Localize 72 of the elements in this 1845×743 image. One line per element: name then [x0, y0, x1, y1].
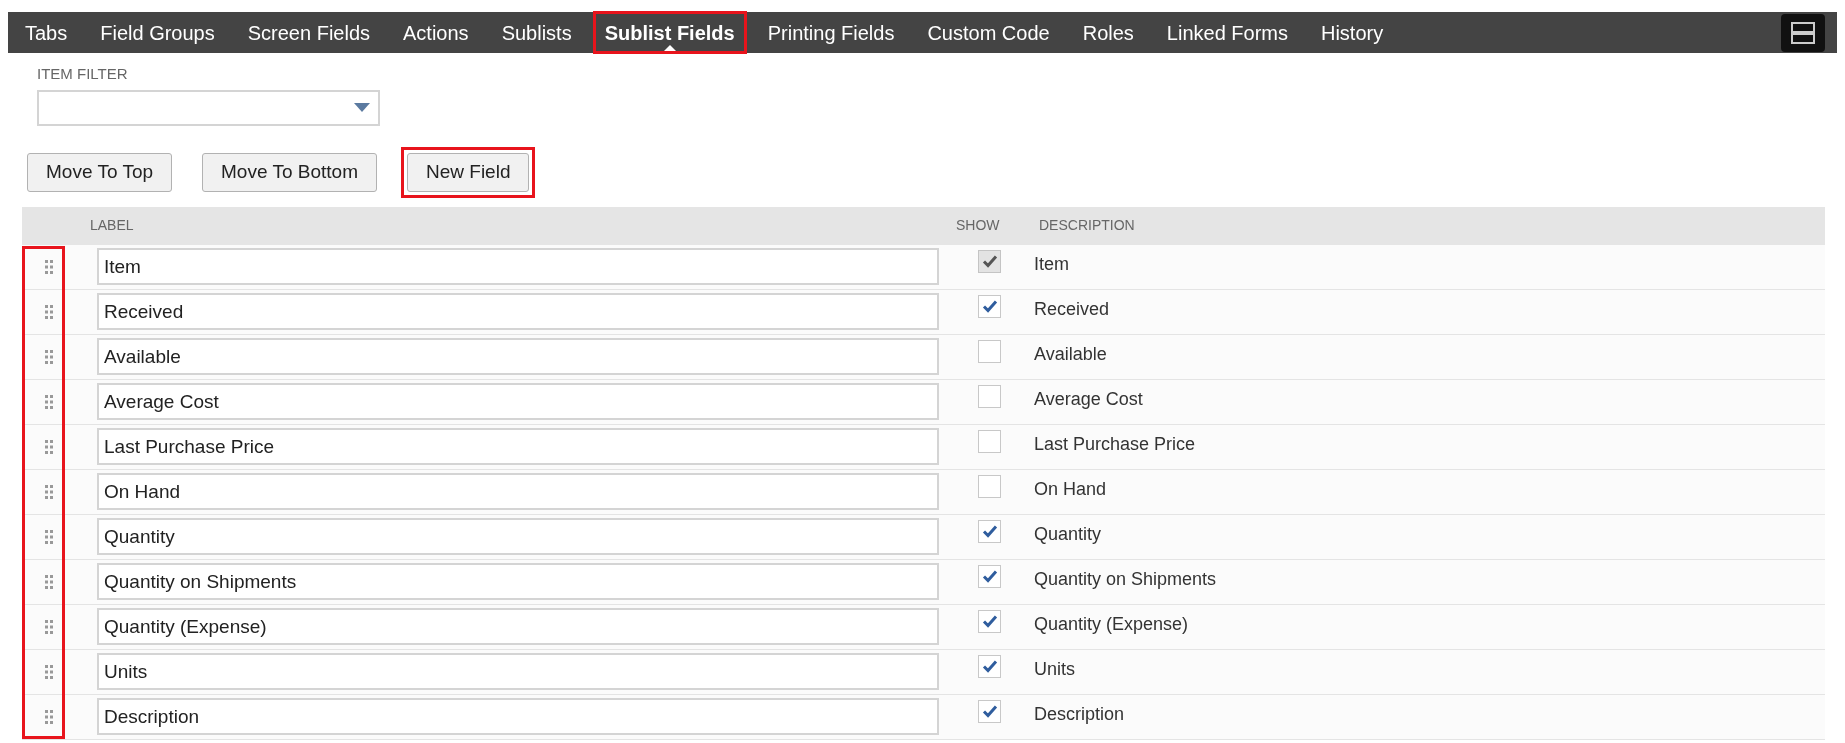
drag-handle-icon[interactable]: [44, 259, 53, 274]
tab[interactable]: Screen Fields: [238, 14, 380, 51]
description-text: Item: [1034, 253, 1069, 274]
description-text: On Hand: [1034, 478, 1107, 499]
column-header: LABEL: [90, 217, 134, 233]
label-input[interactable]: On Hand: [97, 473, 939, 510]
tab[interactable]: Tabs: [16, 14, 77, 51]
description-text: Available: [1034, 343, 1107, 364]
dropdown-arrow-icon: [354, 103, 370, 112]
checkmark-icon: [981, 299, 998, 313]
label-input[interactable]: Received: [97, 293, 939, 330]
tab[interactable]: Custom Code: [918, 14, 1059, 51]
tab[interactable]: Field Groups: [91, 14, 224, 51]
show-checkbox[interactable]: [978, 474, 1001, 498]
drag-handle-icon[interactable]: [44, 664, 53, 679]
tab[interactable]: Roles: [1073, 14, 1143, 51]
checkmark-icon: [981, 569, 998, 583]
tab[interactable]: Actions: [394, 14, 478, 51]
label-input[interactable]: Available: [97, 338, 939, 375]
description-text: Quantity on Shipments: [1034, 568, 1217, 589]
drag-handle-icon[interactable]: [44, 349, 53, 364]
show-checkbox[interactable]: [978, 294, 1001, 318]
selected-caret-icon: [663, 45, 676, 51]
description-text: Quantity (Expense): [1034, 613, 1189, 634]
drag-handle-icon[interactable]: [44, 394, 53, 409]
drag-handle-icon[interactable]: [44, 709, 53, 724]
action-button[interactable]: Move To Top: [27, 152, 173, 192]
description-text: Last Purchase Price: [1034, 433, 1196, 454]
description-text: Units: [1034, 658, 1075, 679]
show-checkbox[interactable]: [978, 564, 1001, 588]
checkmark-icon: [981, 254, 998, 268]
show-checkbox[interactable]: [978, 654, 1001, 678]
description-text: Quantity: [1034, 523, 1102, 544]
show-checkbox[interactable]: [978, 384, 1001, 408]
tab[interactable]: Linked Forms: [1157, 14, 1297, 51]
label-input[interactable]: Quantity on Shipments: [97, 563, 939, 600]
label-input[interactable]: Last Purchase Price: [97, 428, 939, 465]
column-header: SHOW: [956, 217, 1000, 233]
label-input[interactable]: Average Cost: [97, 383, 939, 420]
checkmark-icon: [981, 524, 998, 538]
label-input[interactable]: Quantity (Expense): [97, 608, 939, 645]
show-checkbox[interactable]: [978, 339, 1001, 363]
description-text: Received: [1034, 298, 1110, 319]
show-checkbox[interactable]: [978, 609, 1001, 633]
drag-handle-icon[interactable]: [44, 484, 53, 499]
label-input[interactable]: Units: [97, 653, 939, 690]
tab[interactable]: Printing Fields: [758, 14, 904, 51]
drag-handle-icon[interactable]: [44, 619, 53, 634]
menu-icon: [1791, 21, 1815, 44]
show-checkbox[interactable]: [978, 699, 1001, 723]
drag-handle-icon[interactable]: [44, 439, 53, 454]
field-label: ITEM FILTER: [37, 64, 129, 84]
checkmark-icon: [981, 704, 998, 718]
action-button[interactable]: New Field: [407, 152, 530, 192]
tab[interactable]: Sublist Fields: [595, 14, 744, 51]
description-text: Description: [1034, 703, 1125, 724]
checkmark-icon: [981, 659, 998, 673]
description-text: Average Cost: [1034, 388, 1143, 409]
drag-handle-icon[interactable]: [44, 529, 53, 544]
menu-button[interactable]: [1781, 13, 1825, 52]
show-checkbox[interactable]: [978, 429, 1001, 453]
drag-handle-icon[interactable]: [44, 574, 53, 589]
tab[interactable]: History: [1312, 14, 1393, 51]
column-header: DESCRIPTION: [1039, 217, 1135, 233]
tab[interactable]: Sublists: [492, 14, 581, 51]
checkmark-icon: [981, 614, 998, 628]
show-checkbox[interactable]: [978, 519, 1001, 543]
item-filter-dropdown[interactable]: [37, 89, 380, 126]
label-input[interactable]: Quantity: [97, 518, 939, 555]
action-button[interactable]: Move To Bottom: [202, 152, 377, 192]
drag-handle-icon[interactable]: [44, 304, 53, 319]
label-input[interactable]: Description: [97, 698, 939, 735]
